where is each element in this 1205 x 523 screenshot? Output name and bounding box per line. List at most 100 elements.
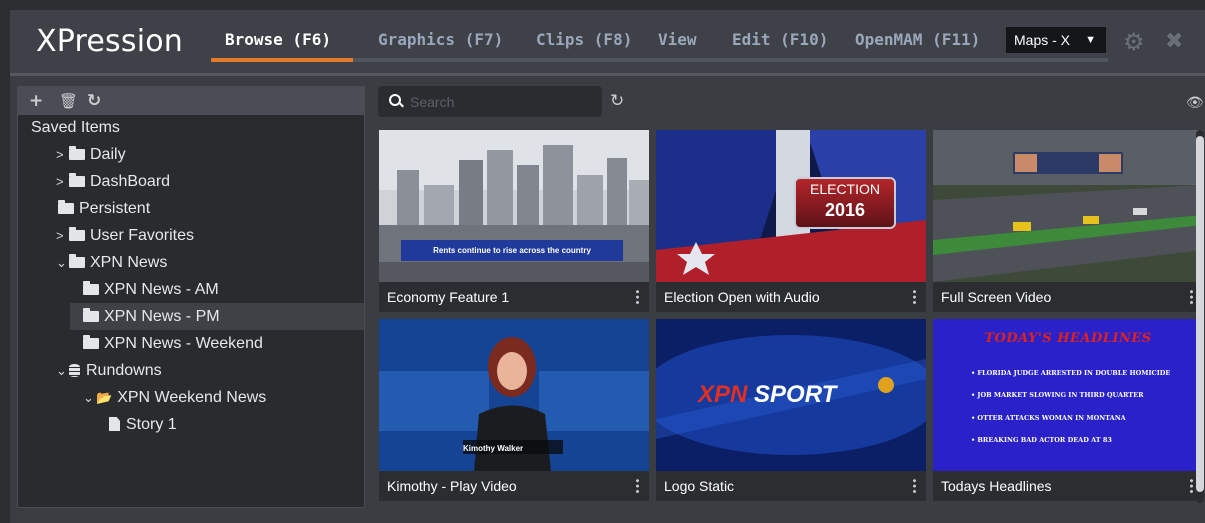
- tree-toolbar: + 🗑 ↻: [18, 87, 364, 115]
- close-icon[interactable]: ✖: [1165, 30, 1183, 54]
- card-footer: Todays Headlines: [933, 471, 1203, 501]
- scene-card-full-screen-video[interactable]: Full Screen Video: [933, 130, 1203, 312]
- presenter-name-text: Kimothy Walker: [463, 444, 524, 453]
- tree-item-story-1[interactable]: Story 1: [18, 411, 364, 438]
- active-tab-indicator: [211, 58, 353, 62]
- tree-item-label: XPN News - AM: [104, 281, 219, 298]
- scene-thumbnail: TODAY'S HEADLINES • FLORIDA JUDGE ARREST…: [933, 319, 1203, 471]
- tab-browse[interactable]: Browse (F6): [225, 30, 331, 49]
- card-title: Election Open with Audio: [664, 289, 820, 305]
- card-footer: Logo Static: [656, 471, 926, 501]
- tree-item-label: XPN News - Weekend: [104, 335, 263, 352]
- card-title: Todays Headlines: [941, 478, 1052, 494]
- tab-view[interactable]: View: [658, 30, 697, 49]
- tree-panel: + 🗑 ↻ Saved Items > Daily > DashBoard Pers…: [17, 86, 365, 508]
- chevron-right-icon[interactable]: >: [56, 222, 69, 249]
- xpn-logo-text: XPN: [698, 381, 748, 408]
- tab-graphics[interactable]: Graphics (F7): [378, 30, 503, 49]
- tree-item-persistent[interactable]: Persistent: [18, 195, 364, 222]
- chevron-down-icon[interactable]: ⌄: [83, 384, 96, 411]
- card-footer: Kimothy - Play Video: [379, 471, 649, 501]
- chevron-down-icon[interactable]: ⌄: [56, 357, 69, 384]
- top-bar: XPression Browse (F6) Graphics (F7) Clip…: [10, 10, 1205, 73]
- eye-icon[interactable]: 👁: [1186, 95, 1204, 111]
- tree-item-label: Rundowns: [86, 362, 162, 379]
- maps-select-value: Maps - X: [1014, 32, 1071, 48]
- card-title: Logo Static: [664, 478, 735, 494]
- scene-card-todays-headlines[interactable]: TODAY'S HEADLINES • FLORIDA JUDGE ARREST…: [933, 319, 1203, 501]
- xpn-sport-logo: XPN SPORT: [698, 381, 836, 409]
- tree-item-label: Story 1: [126, 416, 177, 433]
- tree-item-label: XPN Weekend News: [117, 389, 267, 406]
- file-icon: [109, 417, 120, 431]
- sport-logo-text: SPORT: [754, 381, 837, 408]
- grid-scrollbar[interactable]: [1196, 130, 1204, 503]
- chevron-right-icon[interactable]: >: [56, 141, 69, 168]
- tab-underline: [211, 58, 1108, 62]
- folder-icon: [69, 173, 85, 187]
- tree-item-daily[interactable]: > Daily: [18, 141, 364, 168]
- scene-card-economy-feature[interactable]: Rents continue to rise across the countr…: [379, 130, 649, 312]
- xpression-window: XPression Browse (F6) Graphics (F7) Clip…: [10, 10, 1205, 523]
- chevron-right-icon[interactable]: >: [56, 168, 69, 195]
- tree-item-xpn-news-am[interactable]: XPN News - AM: [18, 276, 364, 303]
- scene-thumbnail: [933, 130, 1203, 282]
- tab-openmam[interactable]: OpenMAM (F11): [855, 30, 980, 49]
- scene-card-election-open[interactable]: ELECTION 2016 Election Open with Audio: [656, 130, 926, 312]
- scrollbar-thumb[interactable]: [1196, 136, 1204, 492]
- scene-card-logo-static[interactable]: XPN SPORT Logo Static: [656, 319, 926, 501]
- tree-item-label: XPN News: [90, 254, 168, 271]
- headline-item: • BREAKING BAD ACTOR DEAD AT 83: [971, 436, 1112, 444]
- folder-icon: [69, 146, 85, 160]
- folder-icon: [83, 281, 99, 295]
- tree-item-xpn-news-pm[interactable]: XPN News - PM: [18, 303, 364, 330]
- search-input[interactable]: [408, 91, 592, 113]
- kebab-menu-icon[interactable]: [913, 478, 916, 494]
- folder-icon: [69, 227, 85, 241]
- kebab-menu-icon[interactable]: [913, 289, 916, 305]
- card-footer: Election Open with Audio: [656, 282, 926, 312]
- scene-card-kimothy[interactable]: Kimothy Walker Kimothy - Play Video: [379, 319, 649, 501]
- kebab-menu-icon[interactable]: [636, 478, 639, 494]
- folder-open-icon: 📂: [96, 390, 113, 405]
- kebab-menu-icon[interactable]: [1190, 478, 1193, 494]
- election-badge: ELECTION 2016: [794, 177, 896, 229]
- tree-item-saved-items[interactable]: Saved Items: [18, 114, 364, 141]
- maps-select[interactable]: Maps - X ▼: [1006, 27, 1106, 53]
- kebab-menu-icon[interactable]: [1190, 289, 1193, 305]
- chevron-down-icon[interactable]: ⌄: [56, 249, 69, 276]
- search-box: [378, 86, 602, 117]
- headline-item: • OTTER ATTACKS WOMAN IN MONTANA: [971, 414, 1126, 422]
- refresh-icon[interactable]: ↻: [87, 90, 101, 112]
- app-title: XPression: [36, 24, 184, 59]
- tree-item-dashboard[interactable]: > DashBoard: [18, 168, 364, 195]
- tree-item-rundowns[interactable]: ⌄ Rundowns: [18, 357, 364, 384]
- database-icon: [69, 364, 80, 377]
- tab-clips[interactable]: Clips (F8): [536, 30, 632, 49]
- card-title: Economy Feature 1: [387, 289, 510, 305]
- election-badge-line1: ELECTION: [809, 181, 880, 197]
- tab-edit[interactable]: Edit (F10): [732, 30, 828, 49]
- refresh-icon[interactable]: ↻: [610, 91, 624, 111]
- card-title: Full Screen Video: [941, 289, 1052, 305]
- kebab-menu-icon[interactable]: [636, 289, 639, 305]
- tree-item-label: XPN News - PM: [104, 308, 220, 325]
- tree-item-label: User Favorites: [90, 227, 195, 244]
- gear-icon[interactable]: ⚙: [1123, 30, 1145, 54]
- tree-item-label: Daily: [90, 146, 126, 163]
- trash-icon[interactable]: 🗑: [59, 90, 78, 112]
- tree-item-xpn-news[interactable]: ⌄ XPN News: [18, 249, 364, 276]
- card-footer: Full Screen Video: [933, 282, 1203, 312]
- card-footer: Economy Feature 1: [379, 282, 649, 312]
- tree-item-xpn-weekend-news[interactable]: ⌄ 📂 XPN Weekend News: [18, 384, 364, 411]
- scene-thumbnail: Kimothy Walker: [379, 319, 649, 471]
- card-title: Kimothy - Play Video: [387, 478, 517, 494]
- chevron-down-icon: ▼: [1085, 34, 1096, 46]
- lower-third-text: Rents continue to rise across the countr…: [401, 240, 623, 261]
- search-icon: [389, 94, 401, 106]
- tree-item-user-favorites[interactable]: > User Favorites: [18, 222, 364, 249]
- tree-item-xpn-news-weekend[interactable]: XPN News - Weekend: [18, 330, 364, 357]
- plus-icon[interactable]: +: [29, 90, 43, 112]
- tree-item-label: DashBoard: [90, 173, 171, 190]
- race-track-image: [933, 130, 1203, 282]
